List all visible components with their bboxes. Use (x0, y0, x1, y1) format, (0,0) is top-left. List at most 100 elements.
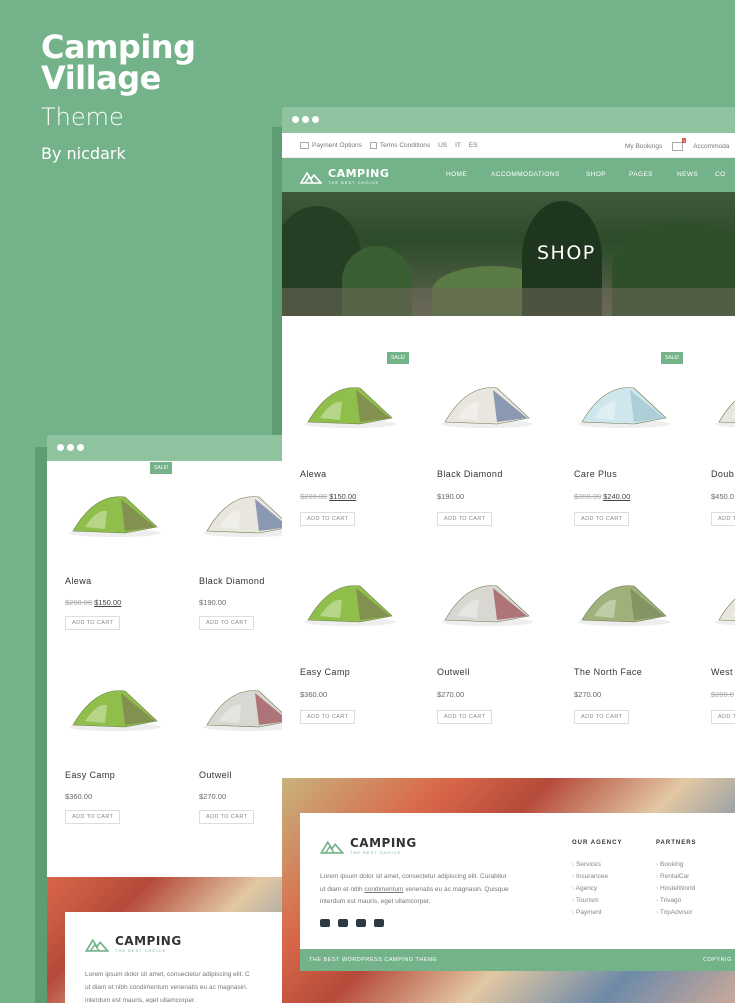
site-logo[interactable]: CAMPING THE BEST CHOICE (300, 167, 389, 185)
browser-window-small: SALE! Alewa $200.00 $150.00 ADD TO CART Blac… (47, 435, 282, 1003)
lang-it[interactable]: IT (455, 142, 461, 149)
add-to-cart-button[interactable]: ADD TO CART (65, 810, 121, 824)
tent-image (304, 387, 396, 428)
youtube-icon[interactable] (338, 919, 348, 927)
product-name[interactable]: Easy Camp (300, 667, 350, 677)
payment-options-link[interactable]: Payment Options (300, 142, 362, 149)
logo-name: CAMPING (328, 167, 390, 180)
product-name[interactable]: Outwell (437, 667, 470, 677)
nav-news[interactable]: NEWS (677, 171, 715, 178)
product-image[interactable] (65, 481, 165, 581)
terms-link[interactable]: Terms Conditions (369, 142, 430, 149)
product-image[interactable] (711, 570, 735, 670)
product-name[interactable]: Alewa (300, 469, 327, 479)
tent-image (715, 598, 735, 626)
product-image[interactable] (300, 372, 400, 472)
add-to-cart-button[interactable]: ADD TO CART (199, 810, 255, 824)
product-name[interactable]: Doub (711, 469, 734, 479)
nav-menu: HOME ACCOMMODATIONS SHOP PAGES NEWS CO (446, 171, 726, 178)
partner-link[interactable]: Booking (656, 861, 697, 868)
add-to-cart-button[interactable]: ADD TO CART (437, 512, 493, 526)
nav-home[interactable]: HOME (446, 171, 491, 178)
facebook-icon[interactable] (356, 919, 366, 927)
product-name[interactable]: Black Diamond (437, 469, 503, 479)
product-price: $270.00 (199, 792, 227, 801)
partner-link[interactable]: Trivago (656, 897, 697, 904)
add-to-cart-button[interactable]: ADD TO CART (711, 710, 735, 724)
product-name[interactable]: Care Plus (574, 469, 617, 479)
agency-link[interactable]: Services (572, 861, 622, 868)
partner-link[interactable]: RentalCar (656, 873, 697, 880)
product-name[interactable]: Alewa (65, 576, 92, 586)
vimeo-icon[interactable] (374, 919, 384, 927)
twitter-icon[interactable] (320, 919, 330, 927)
add-to-cart-button[interactable]: ADD TO CART (300, 512, 356, 526)
agency-link[interactable]: Tourism (572, 897, 622, 904)
lang-es[interactable]: ES (469, 142, 478, 149)
add-to-cart-button[interactable]: ADD TO CART (437, 710, 493, 724)
agency-link[interactable]: Payment (572, 909, 622, 916)
product-name[interactable]: The North Face (574, 667, 642, 677)
top-utility-bar: Payment Options Terms Conditions US IT E… (282, 133, 735, 158)
product-price: $300.00 $240.00 (574, 492, 631, 501)
mountain-logo-icon (85, 938, 109, 952)
tent-image (69, 496, 161, 537)
nav-contact[interactable]: CO (715, 171, 726, 178)
my-bookings-link[interactable]: My Bookings (625, 143, 662, 150)
nav-pages[interactable]: PAGES (629, 171, 677, 178)
product-image[interactable] (711, 372, 735, 472)
product-image[interactable] (437, 372, 537, 472)
footer-logo-name: CAMPING (115, 934, 182, 948)
add-to-cart-button[interactable]: ADD TO CART (65, 616, 121, 630)
product-price: $200.0 (711, 690, 734, 699)
tent-image (578, 585, 670, 626)
tent-image (69, 690, 161, 731)
product-image[interactable] (437, 570, 537, 670)
product-image[interactable] (199, 481, 282, 581)
add-to-cart-button[interactable]: ADD TO CART (574, 512, 630, 526)
product-price: $360.00 (65, 792, 93, 801)
product-price: $200.00 $150.00 (65, 598, 122, 607)
add-to-cart-button[interactable]: ADD TO CART (574, 710, 630, 724)
agency-link[interactable]: Insurancee (572, 873, 622, 880)
cart-icon[interactable]: 1 (672, 138, 687, 151)
footer-logo-name: CAMPING (350, 836, 417, 850)
add-to-cart-button[interactable]: ADD TO CART (300, 710, 356, 724)
footer-strip-right: COPYRIG (703, 957, 732, 963)
tent-image (441, 387, 533, 428)
product-price: $200.00 $150.00 (300, 492, 357, 501)
footer-logo[interactable]: CAMPING THE BEST CHOICE (320, 836, 417, 855)
product-name[interactable]: West (711, 667, 733, 677)
cart-count-badge: 1 (681, 138, 687, 143)
footer-partners-col: PARTNERS Booking RentalCar HostelWorld T… (656, 840, 697, 916)
product-image[interactable] (65, 675, 165, 775)
product-price: $270.00 (437, 690, 465, 699)
product-name[interactable]: Black Diamond (199, 576, 265, 586)
add-to-cart-button[interactable]: ADD TO CART (199, 616, 255, 630)
product-price: $190.00 (437, 492, 465, 501)
footer-logo[interactable]: CAMPING THE BEST CHOICE (85, 934, 182, 953)
nav-accommodations[interactable]: ACCOMMODATIONS (491, 171, 586, 178)
account-link[interactable]: Accommoda (693, 143, 729, 150)
social-icons (320, 919, 384, 927)
partners-heading: PARTNERS (656, 840, 697, 846)
window-titlebar (47, 435, 282, 461)
product-image[interactable] (574, 570, 674, 670)
add-to-cart-button[interactable]: ADD TO CART (711, 512, 735, 526)
product-price: $270.00 (574, 690, 602, 699)
partner-link[interactable]: HostelWorld (656, 885, 697, 892)
agency-heading: OUR AGENCY (572, 840, 623, 846)
lang-us[interactable]: US (438, 142, 447, 149)
partner-link[interactable]: TripAdvisor (656, 909, 697, 916)
footer-link[interactable]: condimentum (364, 886, 403, 893)
product-image[interactable] (199, 675, 282, 775)
product-image[interactable] (300, 570, 400, 670)
product-name[interactable]: Easy Camp (65, 770, 115, 780)
product-image[interactable] (574, 372, 674, 472)
footer-logo-tagline: THE BEST CHOICE (115, 948, 167, 953)
mountain-logo-icon (300, 171, 322, 184)
nav-shop[interactable]: SHOP (586, 171, 629, 178)
tent-image (578, 387, 670, 428)
agency-link[interactable]: Agency (572, 885, 622, 892)
product-name[interactable]: Outwell (199, 770, 232, 780)
